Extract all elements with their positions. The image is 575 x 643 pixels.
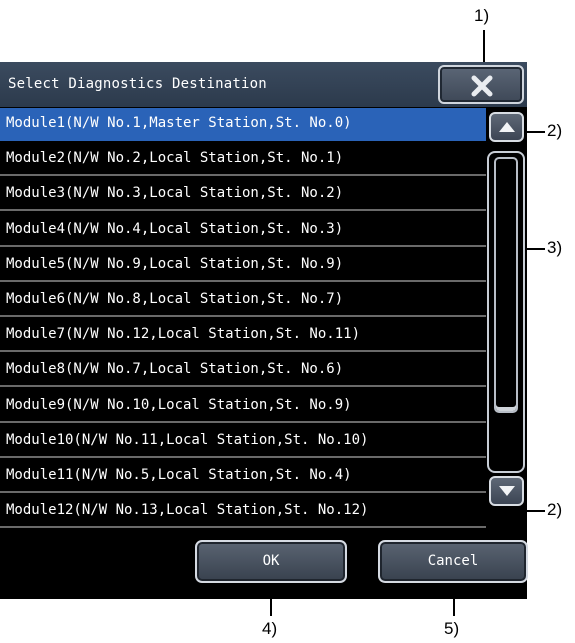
module-list-item[interactable]: Module4(N/W No.4,Local Station,St. No.3) (0, 214, 486, 247)
callout-2-bottom: 2) (547, 500, 563, 519)
scrollbar-track[interactable] (487, 151, 525, 473)
module-list-item[interactable]: Module8(N/W No.7,Local Station,St. No.6) (0, 354, 486, 388)
callout-2-top: 2) (547, 121, 563, 140)
module-list: Module1(N/W No.1,Master Station,St. No.0… (0, 108, 486, 530)
module-list-item[interactable]: Module12(N/W No.13,Local Station,St. No.… (0, 495, 486, 529)
triangle-down-icon (499, 486, 515, 496)
dialog-title: Select Diagnostics Destination (8, 76, 267, 92)
callout-3-line (525, 248, 545, 250)
scroll-up-button[interactable] (489, 112, 524, 142)
scroll-down-button[interactable] (489, 476, 524, 506)
callout-4: 4) (262, 619, 278, 638)
module-list-item[interactable]: Module5(N/W No.9,Local Station,St. No.9) (0, 249, 486, 282)
ok-button[interactable]: OK (195, 540, 347, 583)
close-button[interactable] (438, 65, 524, 104)
module-list-item[interactable]: Module11(N/W No.5,Local Station,St. No.4… (0, 460, 486, 493)
module-list-item[interactable]: Module3(N/W No.3,Local Station,St. No.2) (0, 178, 486, 212)
module-list-item[interactable]: Module9(N/W No.10,Local Station,St. No.9… (0, 390, 486, 423)
module-list-item[interactable]: Module2(N/W No.2,Local Station,St. No.1) (0, 143, 486, 177)
dialog-titlebar: Select Diagnostics Destination (0, 62, 527, 107)
module-list-item[interactable]: Module6(N/W No.8,Local Station,St. No.7) (0, 284, 486, 317)
module-list-item[interactable]: Module7(N/W No.12,Local Station,St. No.1… (0, 319, 486, 353)
callout-1: 1) (474, 6, 490, 25)
cancel-button[interactable]: Cancel (378, 540, 528, 583)
callout-2-bottom-line (525, 510, 545, 512)
callout-1-line (483, 30, 485, 63)
diagnostics-destination-dialog: Select Diagnostics Destination Module1(N… (0, 62, 528, 599)
callout-3: 3) (547, 238, 563, 257)
module-list-item[interactable]: Module10(N/W No.11,Local Station,St. No.… (0, 425, 486, 458)
triangle-up-icon (499, 122, 515, 132)
close-x-icon (471, 75, 493, 97)
scrollbar-thumb[interactable] (494, 157, 518, 413)
module-list-item[interactable]: Module1(N/W No.1,Master Station,St. No.0… (0, 108, 486, 141)
callout-2-top-line (525, 131, 545, 133)
callout-5: 5) (444, 619, 460, 638)
